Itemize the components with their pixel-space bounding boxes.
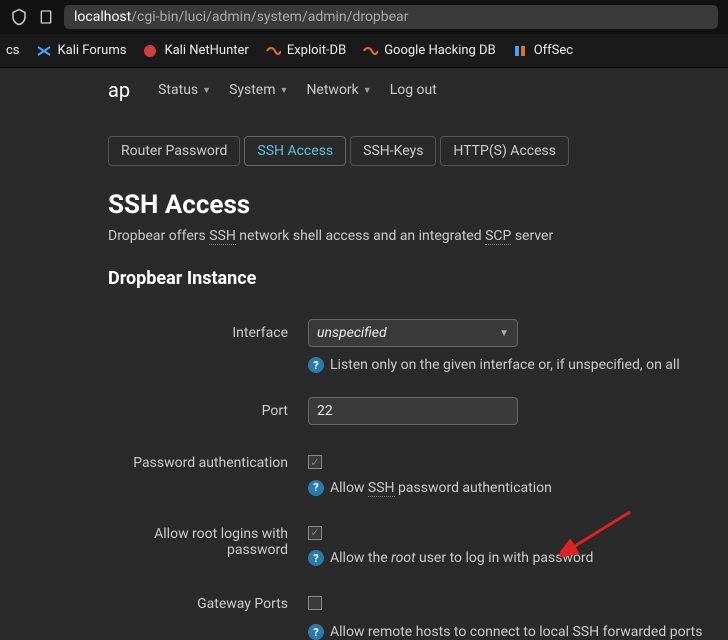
nav-logout[interactable]: Log out (390, 82, 437, 98)
shield-icon[interactable] (10, 8, 28, 26)
chevron-down-icon: ▼ (499, 328, 509, 339)
bookmark-kali-forums[interactable]: Kali Forums (36, 43, 127, 59)
bookmark-exploit-db[interactable]: Exploit-DB (265, 43, 346, 59)
abbr-ssh: SSH (209, 228, 236, 245)
main-navbar: ap Status▼ System▼ Network▼ Log out (0, 68, 728, 112)
help-password-auth: ? Allow SSH password authentication (308, 480, 708, 496)
bookmarks-bar: cs Kali Forums Kali NetHunter Exploit-DB… (0, 34, 728, 68)
help-gateway-ports: ? Allow remote hosts to connect to local… (308, 624, 708, 640)
help-icon[interactable]: ? (308, 624, 324, 640)
url-host: localhost (74, 9, 131, 25)
chevron-down-icon: ▼ (280, 85, 289, 96)
tab-ssh-access[interactable]: SSH Access (244, 136, 346, 166)
field-password-auth: Password authentication ✓ ? Allow SSH pa… (108, 449, 708, 496)
abbr-scp: SCP (485, 228, 511, 245)
kali-nethunter-icon (142, 43, 158, 59)
bookmark-cs[interactable]: cs (6, 43, 20, 58)
label-password-auth: Password authentication (108, 449, 308, 471)
field-interface: Interface unspecified ▼ ? Listen only on… (108, 319, 708, 373)
help-interface: ? Listen only on the given interface or,… (308, 357, 708, 373)
field-gateway-ports: Gateway Ports ? Allow remote hosts to co… (108, 590, 708, 640)
offsec-icon (512, 43, 528, 59)
url-bar[interactable]: localhost/cgi-bin/luci/admin/system/admi… (64, 5, 718, 29)
tab-router-password[interactable]: Router Password (108, 136, 240, 166)
help-icon[interactable]: ? (308, 550, 324, 566)
input-port[interactable]: 22 (308, 397, 518, 425)
page-icon (38, 9, 54, 25)
label-root-login: Allow root logins with password (108, 520, 308, 558)
select-interface[interactable]: unspecified ▼ (308, 319, 518, 347)
bookmark-kali-nethunter[interactable]: Kali NetHunter (142, 43, 248, 59)
field-port: Port 22 (108, 397, 708, 425)
main-content: Router Password SSH Access SSH-Keys HTTP… (0, 112, 728, 640)
checkbox-password-auth[interactable]: ✓ (308, 455, 322, 469)
help-icon[interactable]: ? (308, 480, 324, 496)
section-title: Dropbear Instance (108, 268, 708, 289)
tab-ssh-keys[interactable]: SSH-Keys (350, 136, 436, 166)
browser-address-bar: localhost/cgi-bin/luci/admin/system/admi… (0, 0, 728, 34)
bookmark-google-hacking[interactable]: Google Hacking DB (362, 43, 496, 59)
chevron-down-icon: ▼ (363, 85, 372, 96)
google-hacking-icon (362, 43, 378, 59)
exploit-db-icon (265, 43, 281, 59)
tab-https-access[interactable]: HTTP(S) Access (440, 136, 569, 166)
page-description: Dropbear offers SSH network shell access… (108, 228, 708, 244)
page-title: SSH Access (108, 190, 708, 220)
help-icon[interactable]: ? (308, 357, 324, 373)
label-gateway-ports: Gateway Ports (108, 590, 308, 612)
field-root-login: Allow root logins with password ✓ ? Allo… (108, 520, 708, 567)
brand[interactable]: ap (108, 78, 130, 102)
bookmark-offsec[interactable]: OffSec (512, 43, 573, 59)
label-port: Port (108, 397, 308, 419)
checkbox-gateway-ports[interactable] (308, 596, 322, 610)
nav-system[interactable]: System▼ (229, 82, 288, 98)
kali-forums-icon (36, 43, 52, 59)
nav-status[interactable]: Status▼ (158, 82, 211, 98)
checkbox-root-login[interactable]: ✓ (308, 526, 322, 540)
nav-network[interactable]: Network▼ (306, 82, 371, 98)
label-interface: Interface (108, 319, 308, 341)
chevron-down-icon: ▼ (202, 85, 211, 96)
help-root-login: ? Allow the root user to log in with pas… (308, 550, 708, 566)
url-path: /cgi-bin/luci/admin/system/admin/dropbea… (131, 9, 408, 25)
tab-row: Router Password SSH Access SSH-Keys HTTP… (108, 136, 708, 166)
